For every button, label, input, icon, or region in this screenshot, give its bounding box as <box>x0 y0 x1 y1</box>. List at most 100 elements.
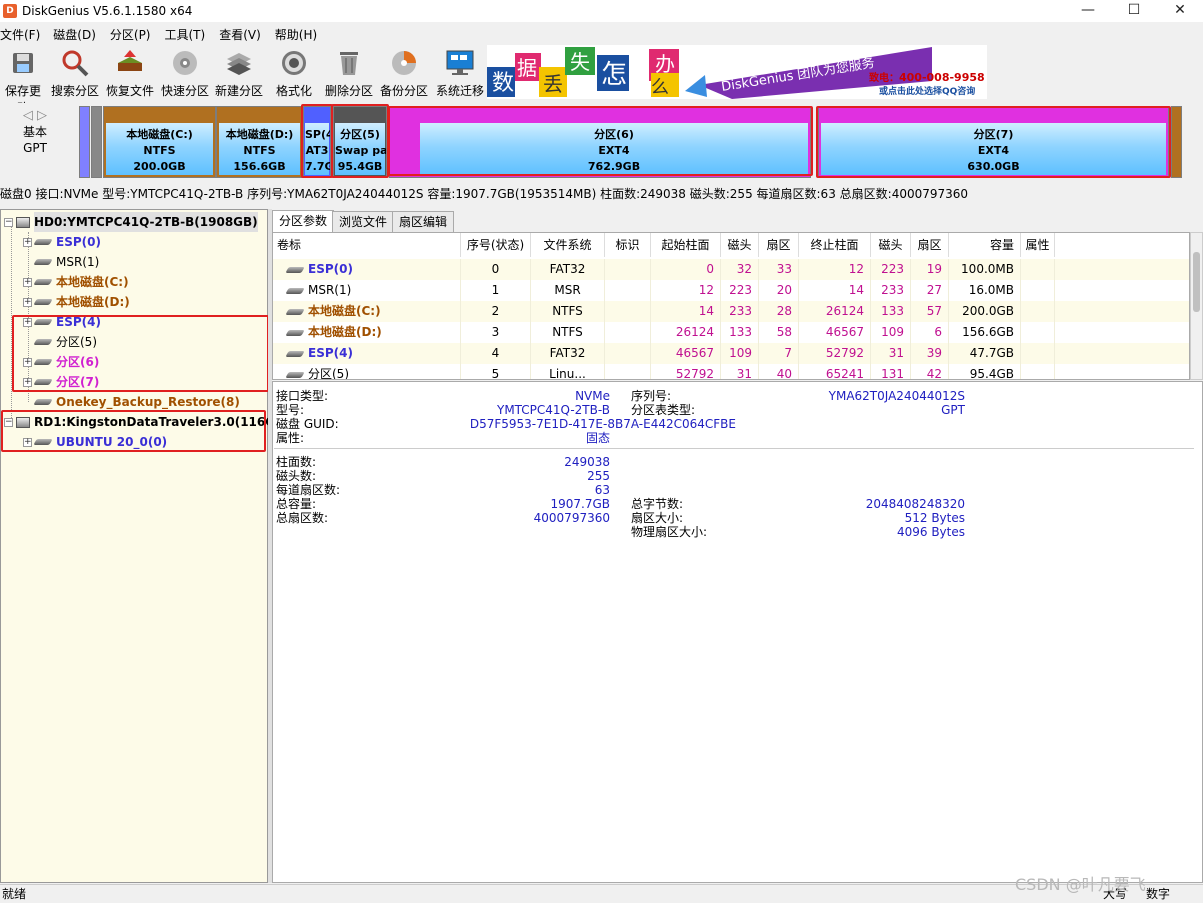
col-header-end-cyl[interactable]: 终止柱面 <box>799 233 871 257</box>
expand-icon[interactable]: + <box>23 357 32 367</box>
table-cell <box>605 364 651 379</box>
tab-browse-files[interactable]: 浏览文件 <box>332 211 395 232</box>
close-button[interactable]: ✕ <box>1157 0 1203 22</box>
tab-partition-params[interactable]: 分区参数 <box>272 210 335 232</box>
menu-tools[interactable]: 工具(T) <box>165 26 213 43</box>
partition-block-msr[interactable] <box>91 106 102 178</box>
expand-icon[interactable]: + <box>23 277 32 287</box>
tab-bar: 分区参数 浏览文件 扇区编辑 <box>272 210 1203 232</box>
table-row[interactable]: 分区(5) 5 Linu... 52792 31 40 65241 131 42 95.4GB <box>273 364 1189 380</box>
partition-icon <box>285 350 305 357</box>
collapse-icon[interactable]: − <box>4 417 13 427</box>
col-header-index[interactable]: 序号(状态) <box>461 233 531 257</box>
table-row[interactable]: ESP(0) 0 FAT32 0 32 33 12 223 19 100.0MB <box>273 259 1189 280</box>
expand-icon[interactable]: + <box>23 237 32 247</box>
ad-qq-link[interactable]: 或点击此处选择QQ咨询 <box>879 85 975 97</box>
table-cell: 31 <box>721 364 759 379</box>
tree-part-esp0[interactable]: + ESP(0) <box>23 232 101 252</box>
table-cell: 58 <box>759 322 799 343</box>
menu-disk[interactable]: 磁盘(D) <box>53 26 103 43</box>
ad-char-4: 怎 <box>601 60 627 90</box>
new-partition-button[interactable]: 新建分区 <box>214 48 264 100</box>
partition-block-esp0[interactable] <box>79 106 90 178</box>
quick-partition-button[interactable]: 快速分区 <box>160 48 210 100</box>
iface-label: 接口类型: <box>276 389 329 403</box>
col-header-id[interactable]: 标识 <box>605 233 651 257</box>
tree-part-8[interactable]: Onekey_Backup_Restore(8) <box>33 392 240 412</box>
ad-phone-label: 致电： <box>869 71 899 84</box>
expand-icon[interactable]: + <box>23 437 32 447</box>
recover-files-button[interactable]: 恢复文件 <box>104 48 156 100</box>
menu-help[interactable]: 帮助(H) <box>275 26 324 43</box>
table-cell: MSR(1) <box>273 280 461 301</box>
tree-disk-rd1[interactable]: − RD1:KingstonDataTraveler3.0(116GB) <box>4 412 290 432</box>
table-row[interactable]: MSR(1) 1 MSR 12 223 20 14 233 27 16.0MB <box>273 280 1189 301</box>
ad-char-5: 么 <box>651 77 669 98</box>
table-row[interactable]: ESP(4) 4 FAT32 46567 109 7 52792 31 39 47.7GB <box>273 343 1189 364</box>
cell-label: 分区(5) <box>308 367 349 380</box>
partition-block-6[interactable]: 分区(6) EXT4 762.9GB <box>389 106 811 178</box>
expand-icon[interactable]: + <box>23 317 32 327</box>
col-header-start-head[interactable]: 磁头 <box>721 233 759 257</box>
partition-block-8[interactable] <box>1171 106 1182 178</box>
tree-part-6[interactable]: + 分区(6) <box>23 352 99 372</box>
table-cell: 46567 <box>799 322 871 343</box>
backup-partition-button[interactable]: 备份分区 <box>378 48 430 100</box>
col-header-start-sector[interactable]: 扇区 <box>759 233 799 257</box>
partition-block-d[interactable]: 本地磁盘(D:) NTFS 156.6GB <box>216 106 303 178</box>
format-button[interactable]: 格式化 <box>272 48 316 100</box>
col-header-attr[interactable]: 属性 <box>1021 233 1055 257</box>
col-header-fs[interactable]: 文件系统 <box>531 233 605 257</box>
table-cell: 95.4GB <box>949 364 1021 379</box>
table-row[interactable]: 本地磁盘(C:) 2 NTFS 14 233 28 26124 133 57 200.0GB <box>273 301 1189 322</box>
menu-view[interactable]: 查看(V) <box>219 26 268 43</box>
table-scrollbar-thumb[interactable] <box>1193 252 1200 312</box>
table-cell: 42 <box>911 364 949 379</box>
tree-part-7[interactable]: + 分区(7) <box>23 372 99 392</box>
menu-file[interactable]: 文件(F) <box>0 26 47 43</box>
status-ready: 就绪 <box>2 887 27 901</box>
menu-partition[interactable]: 分区(P) <box>110 26 158 43</box>
partition-block-esp4[interactable]: SP(4 AT3 7.7G <box>303 106 331 178</box>
table-cell: 12 <box>651 280 721 301</box>
table-cell <box>1021 259 1055 280</box>
partition-block-5[interactable]: 分区(5) Swap pa 95.4GB <box>333 106 387 178</box>
tree-part-ubuntu[interactable]: + UBUNTU 20_0(0) <box>23 432 167 452</box>
ad-char-6: 办 <box>655 52 675 76</box>
attr-value: 固态 <box>585 431 610 445</box>
system-migrate-button[interactable]: 系统迁移 <box>434 48 486 100</box>
search-partition-button[interactable]: 搜索分区 <box>50 48 100 100</box>
partition-block-7[interactable]: 分区(7) EXT4 630.0GB <box>818 106 1169 178</box>
tree-part-d[interactable]: + 本地磁盘(D:) <box>23 292 130 312</box>
table-cell: 2 <box>461 301 531 322</box>
disk-nav-arrows-icon[interactable]: ◁ ▷ <box>14 108 56 124</box>
expand-icon[interactable]: + <box>23 297 32 307</box>
tree-part-esp4[interactable]: + ESP(4) <box>23 312 101 332</box>
tree-part-msr[interactable]: MSR(1) <box>33 252 99 272</box>
maximize-button[interactable]: ☐ <box>1111 0 1157 22</box>
collapse-icon[interactable]: − <box>4 217 13 227</box>
table-cell: 133 <box>871 301 911 322</box>
tree-disk-hd0[interactable]: − HD0:YMTCPC41Q-2TB-B(1908GB) <box>4 212 258 232</box>
partition-block-c[interactable]: 本地磁盘(C:) NTFS 200.0GB <box>103 106 216 178</box>
spt-label: 每道扇区数: <box>276 483 341 497</box>
col-header-label[interactable]: 卷标 <box>273 233 461 257</box>
col-header-capacity[interactable]: 容量 <box>949 233 1021 257</box>
ad-banner[interactable]: 数 据 丢 失 怎 么 办 DiskGenius 团队为您服务 致电： 400-… <box>487 45 987 99</box>
col-header-start-cyl[interactable]: 起始柱面 <box>651 233 721 257</box>
table-cell: 40 <box>759 364 799 379</box>
col-header-end-head[interactable]: 磁头 <box>871 233 911 257</box>
expand-icon[interactable]: + <box>23 377 32 387</box>
table-cell: 65241 <box>799 364 871 379</box>
tree-part-5[interactable]: 分区(5) <box>33 332 97 352</box>
save-changes-button[interactable]: 保存更改 <box>0 48 46 115</box>
delete-partition-button[interactable]: 删除分区 <box>324 48 374 100</box>
col-header-end-sector[interactable]: 扇区 <box>911 233 949 257</box>
table-row[interactable]: 本地磁盘(D:) 3 NTFS 26124 133 58 46567 109 6 156.6GB <box>273 322 1189 343</box>
ad-char-2: 丢 <box>543 72 563 96</box>
table-cell: 12 <box>799 259 871 280</box>
tree-part-c[interactable]: + 本地磁盘(C:) <box>23 272 129 292</box>
minimize-button[interactable]: — <box>1065 0 1111 22</box>
tab-sector-edit[interactable]: 扇区编辑 <box>392 211 455 232</box>
table-cell: 223 <box>721 280 759 301</box>
